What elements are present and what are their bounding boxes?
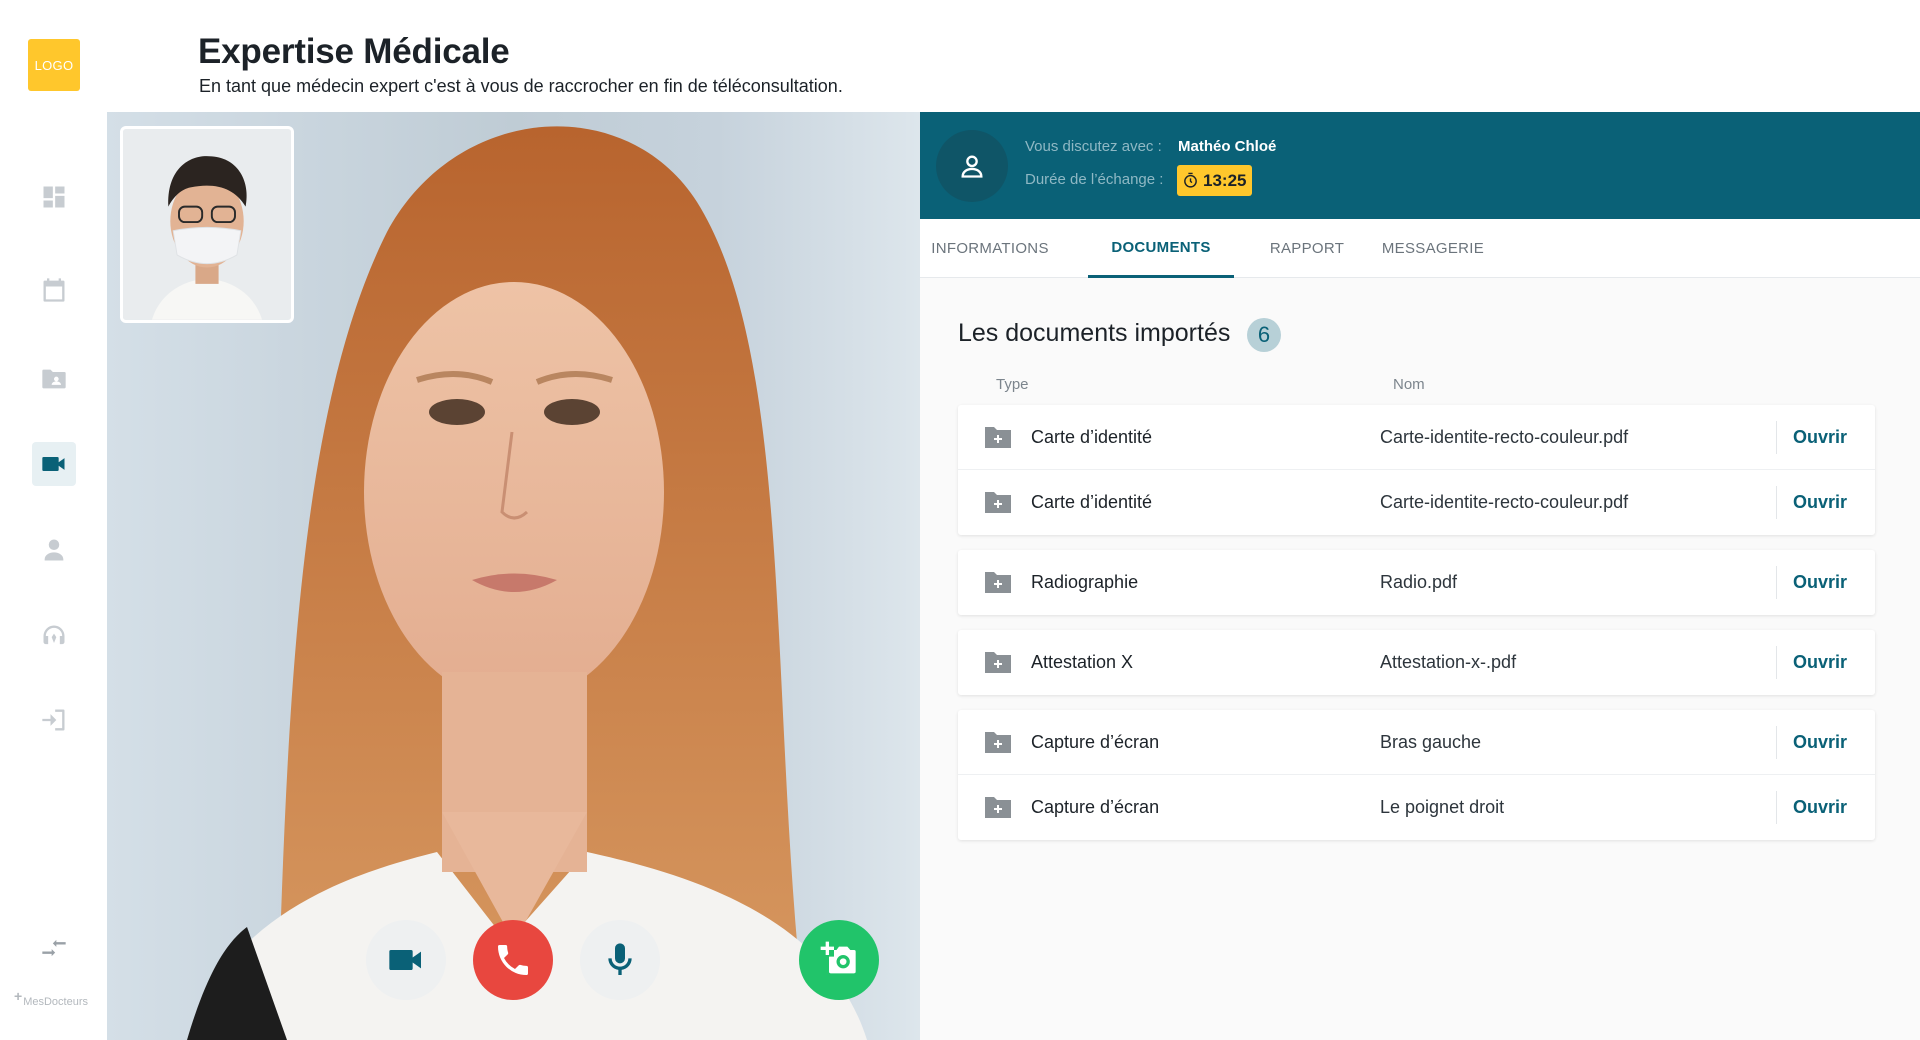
patient-name: Mathéo Chloé	[1178, 138, 1277, 155]
page-header: Expertise Médicale En tant que médecin e…	[107, 0, 1920, 112]
open-document-button[interactable]: Ouvrir	[1793, 492, 1847, 513]
document-group: Attestation X Attestation-x-.pdf Ouvrir	[958, 630, 1875, 695]
sidebar-collapse-button[interactable]	[32, 926, 76, 970]
hang-up-phone-icon	[498, 945, 528, 975]
consultation-panel: Vous discutez avec : Mathéo Chloé Durée …	[920, 112, 1920, 1040]
open-document-button[interactable]: Ouvrir	[1793, 572, 1847, 593]
calendar-icon	[43, 278, 65, 302]
document-name: Le poignet droit	[1380, 797, 1505, 817]
sidebar-item-calendar[interactable]	[32, 268, 76, 312]
column-header-type: Type	[996, 376, 1029, 393]
document-group: Capture d’écran Bras gauche Ouvrir Captu…	[958, 710, 1875, 840]
document-row: Capture d’écran Le poignet droit Ouvrir	[958, 775, 1875, 840]
document-name: Attestation-x-.pdf	[1380, 652, 1517, 672]
sidebar-item-teleconsultation[interactable]	[32, 442, 76, 486]
documents-count-badge: 6	[1247, 318, 1281, 352]
logo: LOGO	[28, 39, 80, 91]
remote-video-feed	[107, 112, 920, 1040]
row-divider	[1776, 791, 1777, 824]
folder-add-icon	[985, 652, 1011, 673]
logout-icon	[42, 709, 65, 731]
dashboard-icon	[43, 186, 65, 208]
folder-add-icon	[985, 492, 1011, 513]
document-name: Carte-identite-recto-couleur.pdf	[1380, 427, 1629, 447]
tab-messagerie[interactable]: MESSAGERIE	[1378, 219, 1488, 278]
folder-add-icon	[985, 732, 1011, 753]
tab-informations[interactable]: INFORMATIONS	[931, 219, 1048, 278]
document-type: Capture d’écran	[1031, 797, 1160, 817]
sidebar-item-patient-folders[interactable]	[32, 357, 76, 401]
row-divider	[1776, 726, 1777, 759]
sidebar-item-support[interactable]	[32, 614, 76, 658]
call-duration-value: 13:25	[1203, 170, 1247, 190]
folder-add-icon	[985, 797, 1011, 818]
support-headset-icon	[43, 625, 65, 645]
collapse-arrows-icon	[42, 939, 66, 957]
add-photo-camera-icon	[820, 941, 856, 974]
doctor-video-image	[123, 129, 291, 320]
documents-title: Les documents importés	[958, 319, 1231, 347]
document-row: Capture d’écran Bras gauche Ouvrir	[958, 710, 1875, 775]
sidebar: LOGO +MesDocteurs	[0, 0, 107, 1040]
tab-rapport[interactable]: RAPPORT	[1260, 219, 1354, 278]
hang-up-button[interactable]	[473, 920, 553, 1000]
document-name: Radio.pdf	[1380, 572, 1458, 592]
stopwatch-icon	[1184, 172, 1197, 188]
row-divider	[1776, 646, 1777, 679]
document-group: Carte d’identité Carte-identite-recto-co…	[958, 405, 1875, 535]
document-name: Carte-identite-recto-couleur.pdf	[1380, 492, 1629, 512]
user-icon	[44, 539, 64, 561]
document-row: Carte d’identité Carte-identite-recto-co…	[958, 470, 1875, 535]
document-type: Carte d’identité	[1031, 427, 1153, 447]
toggle-microphone-button[interactable]	[580, 920, 660, 1000]
document-row: Carte d’identité Carte-identite-recto-co…	[958, 405, 1875, 470]
brand-mark: +MesDocteurs	[14, 988, 88, 1008]
column-header-name: Nom	[1393, 376, 1425, 393]
user-outline-icon	[961, 155, 983, 178]
document-type: Carte d’identité	[1031, 492, 1153, 512]
panel-tabs: INFORMATIONS DOCUMENTS RAPPORT MESSAGERI…	[920, 219, 1920, 278]
sidebar-item-logout[interactable]	[32, 698, 76, 742]
microphone-icon	[608, 943, 632, 975]
folder-add-icon	[985, 427, 1011, 448]
patient-folder-icon	[42, 369, 66, 389]
folder-add-icon	[985, 572, 1011, 593]
open-document-button[interactable]: Ouvrir	[1793, 427, 1847, 448]
document-row: Radiographie Radio.pdf Ouvrir	[958, 550, 1875, 615]
document-type: Capture d’écran	[1031, 732, 1160, 752]
sidebar-item-profile[interactable]	[32, 528, 76, 572]
tab-documents[interactable]: DOCUMENTS	[1088, 219, 1234, 278]
self-video-preview[interactable]	[120, 126, 294, 323]
document-row: Attestation X Attestation-x-.pdf Ouvrir	[958, 630, 1875, 695]
call-duration-timer: 13:25	[1177, 165, 1253, 196]
patient-avatar	[936, 130, 1008, 202]
document-type: Attestation X	[1031, 652, 1134, 672]
chatting-with-label: Vous discutez avec :	[1025, 138, 1162, 155]
open-document-button[interactable]: Ouvrir	[1793, 732, 1847, 753]
row-divider	[1776, 566, 1777, 599]
take-screenshot-button[interactable]	[799, 920, 879, 1000]
document-type: Radiographie	[1031, 572, 1139, 592]
call-info-banner: Vous discutez avec : Mathéo Chloé Durée …	[920, 112, 1920, 219]
video-camera-icon	[389, 950, 421, 970]
video-camera-icon	[42, 457, 65, 471]
open-document-button[interactable]: Ouvrir	[1793, 797, 1847, 818]
brand-text: MesDocteurs	[23, 996, 88, 1008]
row-divider	[1776, 421, 1777, 454]
document-name: Bras gauche	[1380, 732, 1482, 752]
page-subtitle: En tant que médecin expert c'est à vous …	[199, 76, 843, 96]
call-duration-label: Durée de l’échange :	[1025, 171, 1164, 188]
toggle-camera-button[interactable]	[366, 920, 446, 1000]
call-controls	[107, 920, 920, 1000]
document-group: Radiographie Radio.pdf Ouvrir	[958, 550, 1875, 615]
sidebar-item-dashboard[interactable]	[32, 175, 76, 219]
row-divider	[1776, 486, 1777, 519]
page-title: Expertise Médicale	[198, 32, 510, 71]
open-document-button[interactable]: Ouvrir	[1793, 652, 1847, 673]
